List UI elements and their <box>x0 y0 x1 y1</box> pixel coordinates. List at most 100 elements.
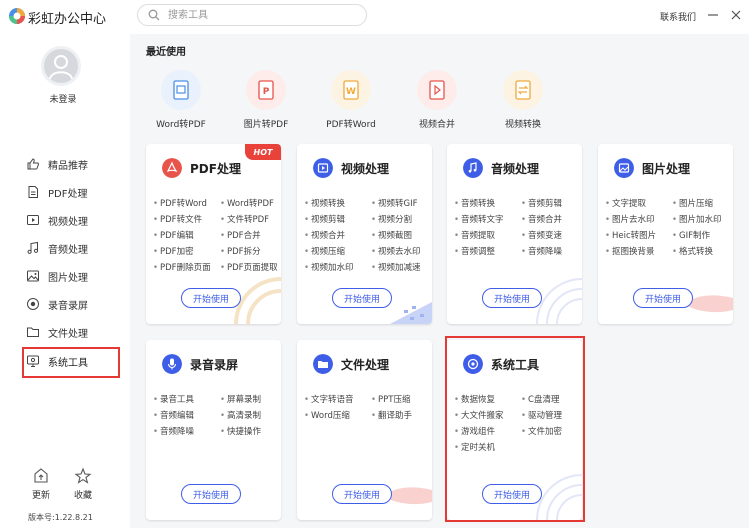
video-merge-icon <box>429 80 445 100</box>
tool-link[interactable]: 音频编辑 <box>153 410 220 422</box>
card-title: 视频处理 <box>341 161 390 176</box>
tool-link[interactable]: PDF加密 <box>153 246 220 258</box>
start-button[interactable]: 开始使用 <box>332 484 392 504</box>
tool-link[interactable]: PDF编辑 <box>153 230 220 242</box>
sidebar-item-label: 视频处理 <box>48 216 88 228</box>
tool-link[interactable]: 抠图换背景 <box>605 246 672 258</box>
recent-item-image-to-pdf[interactable]: P 图片转PDF <box>226 70 306 130</box>
sidebar-item-file[interactable]: 文件处理 <box>26 321 118 343</box>
tool-link[interactable]: PDF转文件 <box>153 214 220 226</box>
tool-link[interactable]: 视频压缩 <box>304 246 371 258</box>
update-icon <box>34 468 48 483</box>
tool-link[interactable]: PDF拆分 <box>220 246 277 258</box>
tool-link[interactable]: Word转PDF <box>220 198 277 210</box>
tool-link[interactable]: 图片去水印 <box>605 214 672 226</box>
start-button[interactable]: 开始使用 <box>482 288 542 308</box>
start-button[interactable]: 开始使用 <box>332 288 392 308</box>
tool-link[interactable]: 图片加水印 <box>672 214 729 226</box>
tool-link[interactable]: 快捷操作 <box>220 426 277 438</box>
tool-link[interactable]: 文字提取 <box>605 198 672 210</box>
tool-link[interactable]: Word压缩 <box>304 410 371 422</box>
tool-link[interactable]: 视频分割 <box>371 214 428 226</box>
tool-card-audio[interactable]: 音频处理 音频转换 音频剪辑 音频转文字 音频合并 音频提取 音频变速 音频调整… <box>447 144 582 324</box>
recent-item-video-merge[interactable]: 视频合并 <box>397 70 477 130</box>
search-box[interactable] <box>137 4 367 26</box>
sidebar-item-label: 文件处理 <box>48 328 88 340</box>
tool-link[interactable]: 视频加减速 <box>371 262 428 274</box>
close-icon[interactable] <box>729 8 743 22</box>
record-icon <box>27 298 39 310</box>
tool-link[interactable]: 文字转语音 <box>304 394 371 406</box>
favorite-button[interactable]: 收藏 <box>66 467 100 501</box>
recent-item-label: PDF转Word <box>326 120 376 130</box>
tool-link[interactable]: 音频提取 <box>454 230 521 242</box>
tool-link[interactable]: 翻译助手 <box>371 410 428 422</box>
search-icon <box>148 9 160 21</box>
sidebar-item-label: 精品推荐 <box>48 160 88 172</box>
card-tool-list: 文字转语音 PPT压缩 Word压缩 翻译助手 <box>304 394 428 422</box>
tool-link[interactable]: 高清录制 <box>220 410 277 422</box>
tool-link[interactable]: PDF合并 <box>220 230 277 242</box>
tool-link[interactable]: 视频加水印 <box>304 262 371 274</box>
tool-link[interactable]: 视频转换 <box>304 198 371 210</box>
recent-item-word-to-pdf[interactable]: Word转PDF <box>141 70 221 130</box>
contact-us-link[interactable]: 联系我们 <box>660 10 696 23</box>
tool-card-file[interactable]: 文件处理 文字转语音 PPT压缩 Word压缩 翻译助手 开始使用 <box>297 340 432 520</box>
update-button[interactable]: 更新 <box>24 467 58 501</box>
start-button[interactable]: 开始使用 <box>181 288 241 308</box>
tool-link[interactable]: 音频转文字 <box>454 214 521 226</box>
tool-link[interactable]: PDF转Word <box>153 198 220 210</box>
tool-link[interactable]: 音频合并 <box>521 214 578 226</box>
tool-link[interactable]: 录音工具 <box>153 394 220 406</box>
sidebar-item-record[interactable]: 录音录屏 <box>26 293 118 315</box>
sidebar-item-video[interactable]: 视频处理 <box>26 209 118 231</box>
sidebar-item-pdf[interactable]: PDF处理 <box>26 181 118 203</box>
tool-link[interactable]: 音频降噪 <box>153 426 220 438</box>
image-icon <box>27 270 39 282</box>
update-label: 更新 <box>31 491 50 501</box>
avatar[interactable] <box>41 46 81 86</box>
recent-item-pdf-to-word[interactable]: W PDF转Word <box>311 70 391 130</box>
minimize-icon[interactable] <box>706 8 720 22</box>
sidebar-item-image[interactable]: 图片处理 <box>26 265 118 287</box>
start-button[interactable]: 开始使用 <box>181 484 241 504</box>
sidebar: 未登录 精品推荐 PDF处理 视频处理 音频处理 图片处理 录音录屏 文件处理 … <box>0 34 130 528</box>
tool-card-record[interactable]: 录音录屏 录音工具 屏幕录制 音频编辑 高清录制 音频降噪 快捷操作 开始使用 <box>146 340 281 520</box>
folder-card-icon <box>313 354 333 374</box>
rainbow-logo-icon <box>9 8 25 24</box>
search-input[interactable] <box>168 7 358 23</box>
tool-link[interactable]: GIF制作 <box>672 230 729 242</box>
tool-link[interactable]: 视频去水印 <box>371 246 428 258</box>
star-icon <box>74 467 92 484</box>
tool-link[interactable]: 音频调整 <box>454 246 521 258</box>
title-bar: 彩虹办公中心 联系我们 <box>0 0 749 34</box>
sidebar-item-recommended[interactable]: 精品推荐 <box>26 153 118 175</box>
tool-link[interactable]: 格式转换 <box>672 246 729 258</box>
login-status[interactable]: 未登录 <box>0 92 126 105</box>
recent-item-circle <box>417 70 457 110</box>
video-convert-icon <box>515 80 531 100</box>
tool-link[interactable]: 视频合并 <box>304 230 371 242</box>
tool-card-video[interactable]: 视频处理 视频转换 视频转GIF 视频剪辑 视频分割 视频合并 视频截图 视频压… <box>297 144 432 324</box>
recent-item-video-convert[interactable]: 视频转换 <box>483 70 563 130</box>
tool-link[interactable]: 音频变速 <box>521 230 578 242</box>
tool-link[interactable]: 视频转GIF <box>371 198 428 210</box>
tool-link[interactable]: PDF删除页面 <box>153 262 220 274</box>
tool-link[interactable]: 图片压缩 <box>672 198 729 210</box>
sidebar-item-audio[interactable]: 音频处理 <box>26 237 118 259</box>
tool-link[interactable]: PPT压缩 <box>371 394 428 406</box>
music-icon <box>27 241 39 254</box>
tool-link[interactable]: 音频剪辑 <box>521 198 578 210</box>
tool-link[interactable]: 音频降噪 <box>521 246 578 258</box>
tool-card-image[interactable]: 图片处理 文字提取 图片压缩 图片去水印 图片加水印 Heic转图片 GIF制作… <box>598 144 733 324</box>
start-button[interactable]: 开始使用 <box>633 288 693 308</box>
favorite-label: 收藏 <box>73 491 92 501</box>
tool-card-pdf[interactable]: HOT PDF处理 PDF转Word Word转PDF PDF转文件 文件转PD… <box>146 144 281 324</box>
sidebar-item-label: PDF处理 <box>48 188 88 200</box>
tool-link[interactable]: 视频剪辑 <box>304 214 371 226</box>
tool-link[interactable]: 音频转换 <box>454 198 521 210</box>
tool-link[interactable]: 屏幕录制 <box>220 394 277 406</box>
tool-link[interactable]: Heic转图片 <box>605 230 672 242</box>
tool-link[interactable]: 文件转PDF <box>220 214 277 226</box>
tool-link[interactable]: 视频截图 <box>371 230 428 242</box>
